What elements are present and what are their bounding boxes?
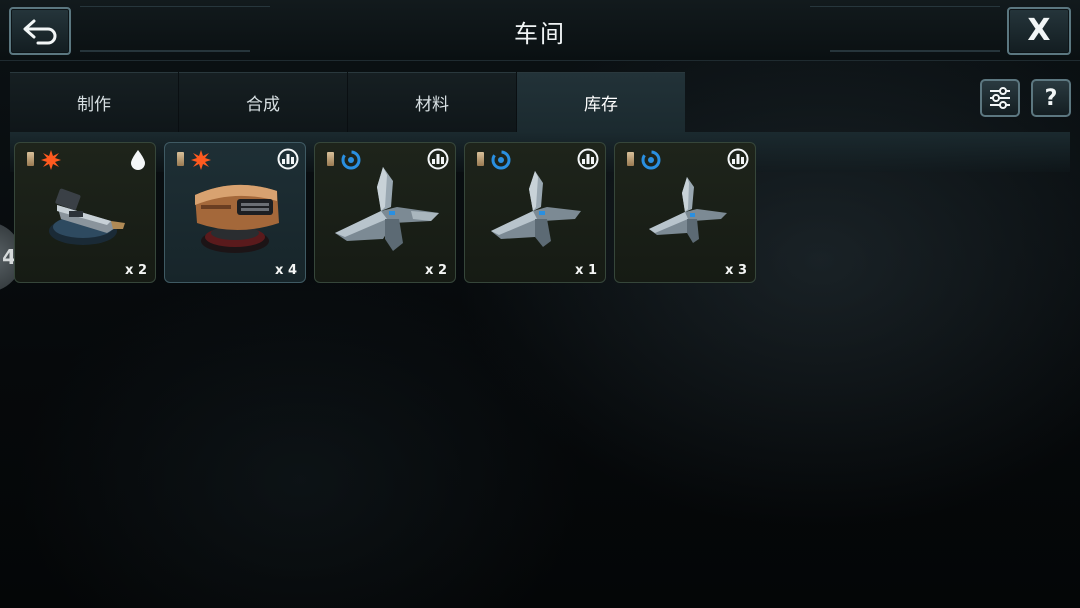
workshop-screen: 车间 X 制作 合成 材料 库存 ? 4 x 2 x 4 x 2 x 1 x 3 — [0, 0, 1080, 608]
header-frame-left — [80, 6, 270, 51]
armored-pod-image — [195, 184, 279, 253]
header-divider-left — [80, 50, 250, 52]
help-button[interactable]: ? — [1031, 79, 1071, 117]
help-icon: ? — [1044, 85, 1058, 111]
inventory-item[interactable]: x 3 — [614, 142, 756, 283]
top-bar: 车间 X — [0, 0, 1080, 61]
inventory-item[interactable]: x 2 — [14, 142, 156, 283]
tab-bar: 制作 合成 材料 库存 — [10, 72, 686, 132]
tab-inventory[interactable]: 库存 — [517, 72, 685, 132]
slot-tag-icon — [477, 152, 484, 166]
item-quantity: x 2 — [125, 263, 147, 278]
inventory-grid: x 2 x 4 x 2 x 1 x 3 — [14, 142, 764, 283]
item-quantity: x 2 — [425, 263, 447, 278]
slot-tag-icon — [627, 152, 634, 166]
tab-synthesize[interactable]: 合成 — [179, 72, 347, 132]
item-quantity: x 1 — [575, 263, 597, 278]
slot-tag-icon — [27, 152, 34, 166]
header-frame-right — [810, 6, 1000, 51]
item-quantity: x 3 — [725, 263, 747, 278]
inventory-item[interactable]: x 2 — [314, 142, 456, 283]
close-icon: X — [1027, 13, 1051, 48]
back-button[interactable] — [9, 7, 71, 55]
back-arrow-icon — [23, 19, 57, 45]
sliders-icon — [990, 87, 1010, 109]
filter-button[interactable] — [980, 79, 1020, 117]
fighter-ship-image — [491, 171, 581, 247]
slot-tag-icon — [327, 152, 334, 166]
page-title: 车间 — [514, 20, 566, 48]
header-divider-right — [830, 50, 1000, 52]
inventory-item[interactable]: x 4 — [164, 142, 306, 283]
fighter-ship-image — [649, 177, 727, 243]
tab-craft[interactable]: 制作 — [10, 72, 178, 132]
fighter-ship-image — [335, 167, 439, 251]
tab-materials[interactable]: 材料 — [348, 72, 516, 132]
item-quantity: x 4 — [275, 263, 297, 278]
turret-cannon-image — [49, 188, 125, 245]
close-button[interactable]: X — [1007, 7, 1071, 55]
slot-tag-icon — [177, 152, 184, 166]
inventory-item[interactable]: x 1 — [464, 142, 606, 283]
